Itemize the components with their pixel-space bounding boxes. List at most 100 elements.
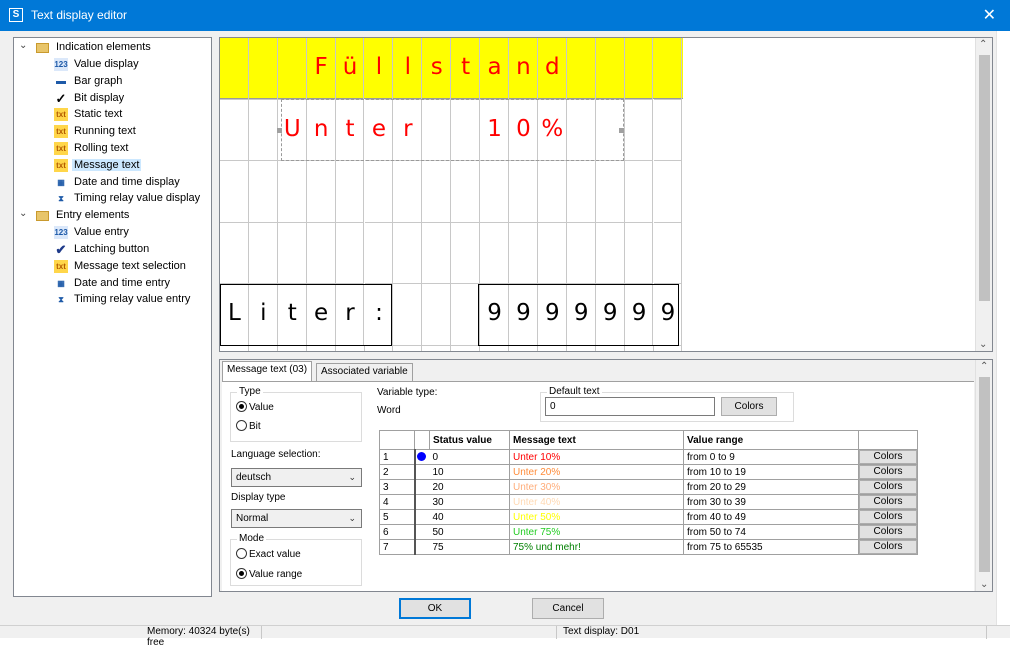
- scroll-down-icon[interactable]: ⌄: [980, 579, 988, 590]
- lcd-cell[interactable]: [335, 222, 365, 285]
- lcd-cell[interactable]: [509, 222, 538, 285]
- display-canvas[interactable]: Fü l l s t a n d Un t e r 1 0% Li t e r:9 9 9 9 9 9 9 ⌃ ⌄: [219, 37, 993, 352]
- tree-item-latching-button[interactable]: ✔ Latching button: [14, 242, 211, 259]
- message-text-cell[interactable]: Unter 50%: [509, 509, 684, 525]
- lcd-cell[interactable]: [248, 38, 278, 100]
- lcd-cell[interactable]: [537, 161, 567, 223]
- lcd-cell[interactable]: [595, 38, 625, 100]
- lcd-cell[interactable]: [566, 222, 596, 285]
- message-text-cell[interactable]: Unter 10%: [509, 449, 684, 465]
- lcd-cell[interactable]: [364, 161, 394, 223]
- tab-associated-variable[interactable]: Associated variable: [316, 363, 413, 381]
- lcd-cell[interactable]: [393, 284, 423, 346]
- lcd-cell[interactable]: [220, 222, 249, 285]
- scroll-down-icon[interactable]: ⌄: [979, 339, 987, 350]
- lcd-cell[interactable]: [393, 161, 423, 223]
- lcd-cell[interactable]: [335, 161, 365, 223]
- lcd-cell[interactable]: [220, 161, 249, 223]
- table-row[interactable]: 7 75 75% und mehr! from 75 to 65535 Colors: [379, 539, 918, 555]
- lcd-cell[interactable]: [422, 161, 452, 223]
- tree-item-static-text[interactable]: txt Static text: [14, 107, 211, 124]
- tree-item-bar-graph[interactable]: ▬ Bar graph: [14, 74, 211, 91]
- static-text-frame[interactable]: [220, 284, 392, 346]
- default-text-input[interactable]: 0: [545, 397, 715, 416]
- lcd-cell[interactable]: [393, 222, 423, 285]
- tree-item-timing-relay-value-display[interactable]: ⧗ Timing relay value display: [14, 191, 211, 208]
- status-value-cell[interactable]: 50: [429, 524, 510, 540]
- row-colors-button[interactable]: Colors: [859, 525, 917, 539]
- selection-frame[interactable]: [281, 99, 624, 161]
- table-row[interactable]: 4 30 Unter 40% from 30 to 39 Colors: [379, 494, 918, 510]
- lcd-cell[interactable]: [624, 222, 654, 285]
- tree-item-value-entry[interactable]: 123 Value entry: [14, 225, 211, 242]
- message-text-cell[interactable]: Unter 75%: [509, 524, 684, 540]
- mode-exact-radio[interactable]: Exact value: [236, 548, 301, 560]
- lcd-cell[interactable]: [277, 38, 307, 100]
- status-value-cell[interactable]: 10: [429, 464, 510, 480]
- status-value-cell[interactable]: 30: [429, 494, 510, 510]
- row-colors-button[interactable]: Colors: [859, 465, 917, 479]
- message-text-cell[interactable]: Unter 30%: [509, 479, 684, 495]
- tree-item-bit-display[interactable]: ✓ Bit display: [14, 91, 211, 108]
- row-colors-button[interactable]: Colors: [859, 480, 917, 494]
- lcd-cell[interactable]: [595, 222, 625, 285]
- lcd-cell[interactable]: [653, 99, 683, 162]
- lcd-cell[interactable]: [537, 222, 567, 285]
- lcd-cell[interactable]: [653, 161, 683, 223]
- row-colors-button[interactable]: Colors: [859, 510, 917, 524]
- row-colors-button[interactable]: Colors: [859, 540, 917, 554]
- resize-handle-left[interactable]: [277, 128, 282, 133]
- lcd-cell[interactable]: [566, 38, 596, 100]
- lcd-cell[interactable]: [422, 284, 452, 346]
- lcd-cell[interactable]: [624, 99, 654, 162]
- type-bit-radio[interactable]: Bit: [236, 420, 261, 432]
- tree-group-entry-elements[interactable]: ⌄ Entry elements: [14, 208, 211, 225]
- message-text-cell[interactable]: Unter 20%: [509, 464, 684, 480]
- lcd-cell[interactable]: [248, 222, 278, 285]
- scroll-thumb[interactable]: [979, 377, 990, 572]
- lcd-cell[interactable]: [624, 161, 654, 223]
- lcd-cell[interactable]: [595, 161, 625, 223]
- lcd-cell[interactable]: [306, 222, 336, 285]
- status-value-cell[interactable]: 75: [429, 539, 510, 555]
- scroll-thumb[interactable]: [979, 55, 990, 301]
- tree-group-indication-elements[interactable]: ⌄ Indication elements: [14, 40, 211, 57]
- lcd-cell[interactable]: [653, 222, 683, 285]
- lcd-cell[interactable]: [566, 161, 596, 223]
- message-text-cell[interactable]: 75% und mehr!: [509, 539, 684, 555]
- lcd-cell[interactable]: [220, 99, 249, 162]
- tree-item-date-and-time-entry[interactable]: ▦ Date and time entry: [14, 276, 211, 293]
- lcd-cell[interactable]: [451, 161, 481, 223]
- lcd-cell[interactable]: [509, 161, 538, 223]
- lcd-cell[interactable]: [451, 284, 481, 346]
- lcd-cell[interactable]: [277, 161, 307, 223]
- status-value-cell[interactable]: 20: [429, 479, 510, 495]
- message-text-cell[interactable]: Unter 40%: [509, 494, 684, 510]
- tree-item-rolling-text[interactable]: txt Rolling text: [14, 141, 211, 158]
- tree-item-message-text-selection[interactable]: txt Message text selection: [14, 259, 211, 276]
- status-value-cell[interactable]: 0: [429, 449, 510, 465]
- tree-item-date-and-time-display[interactable]: ▦ Date and time display: [14, 175, 211, 192]
- value-display-frame[interactable]: [478, 284, 679, 346]
- tab-message-text[interactable]: Message text (03): [222, 361, 313, 382]
- display-scrollbar[interactable]: ⌃ ⌄: [975, 38, 992, 351]
- lcd-cell[interactable]: [480, 161, 509, 223]
- lcd-cell[interactable]: [422, 222, 452, 285]
- language-select[interactable]: deutsch ⌄: [231, 468, 362, 487]
- table-row[interactable]: 5 40 Unter 50% from 40 to 49 Colors: [379, 509, 918, 525]
- tree-item-message-text[interactable]: txt Message text: [14, 158, 211, 175]
- lcd-cell[interactable]: [451, 222, 481, 285]
- chevron-down-icon[interactable]: ⌄: [19, 208, 27, 219]
- close-icon[interactable]: ✕: [983, 5, 996, 25]
- status-value-cell[interactable]: 40: [429, 509, 510, 525]
- type-value-radio[interactable]: Value: [236, 401, 274, 413]
- element-tree[interactable]: ⌄ Indication elements 123 Value display ▬ Bar…: [13, 37, 212, 597]
- scroll-up-icon[interactable]: ⌃: [979, 39, 987, 50]
- mode-range-radio[interactable]: Value range: [236, 568, 302, 580]
- chevron-down-icon[interactable]: ⌄: [19, 40, 27, 51]
- table-row[interactable]: 3 20 Unter 30% from 20 to 29 Colors: [379, 479, 918, 495]
- tree-item-value-display[interactable]: 123 Value display: [14, 57, 211, 74]
- table-row[interactable]: 2 10 Unter 20% from 10 to 19 Colors: [379, 464, 918, 480]
- row-colors-button[interactable]: Colors: [859, 450, 917, 464]
- default-text-colors-button[interactable]: Colors: [721, 397, 777, 416]
